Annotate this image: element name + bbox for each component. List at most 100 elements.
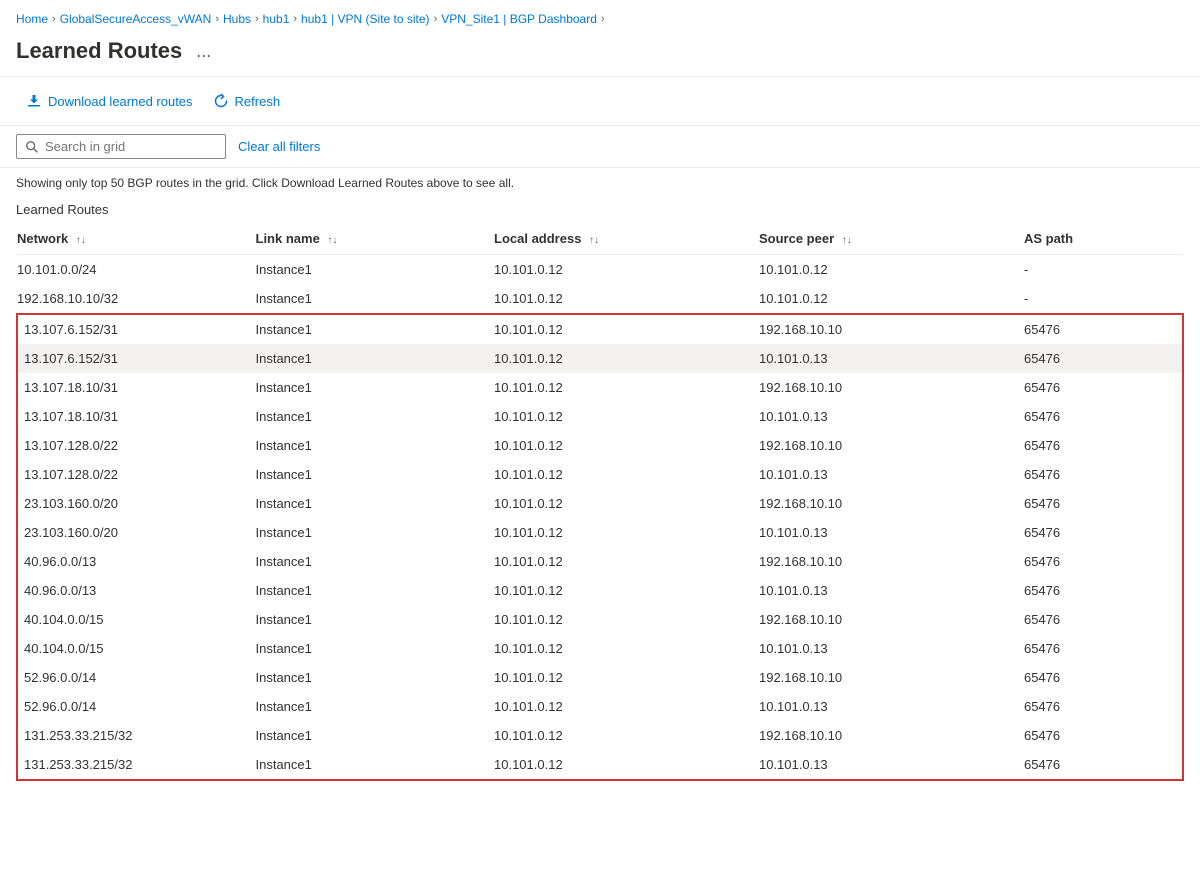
cell-as-path: 65476 xyxy=(1024,750,1183,780)
breadcrumb-home[interactable]: Home xyxy=(16,12,48,26)
clear-filters-button[interactable]: Clear all filters xyxy=(238,135,320,158)
filter-bar: Clear all filters xyxy=(0,126,1200,168)
cell-link-name: Instance1 xyxy=(256,402,495,431)
cell-as-path: 65476 xyxy=(1024,605,1183,634)
table-body: 10.101.0.0/24Instance110.101.0.1210.101.… xyxy=(17,255,1183,781)
breadcrumb-bgp[interactable]: VPN_Site1 | BGP Dashboard xyxy=(441,12,597,26)
page-header: Learned Routes ... xyxy=(0,34,1200,77)
breadcrumb-vwan[interactable]: GlobalSecureAccess_vWAN xyxy=(60,12,212,26)
table-row: 40.104.0.0/15Instance110.101.0.1210.101.… xyxy=(17,634,1183,663)
table-row: 13.107.6.152/31Instance110.101.0.1210.10… xyxy=(17,344,1183,373)
download-icon xyxy=(26,93,42,109)
table-row: 13.107.6.152/31Instance110.101.0.12192.1… xyxy=(17,314,1183,344)
cell-local-address: 10.101.0.12 xyxy=(494,431,759,460)
cell-network: 40.96.0.0/13 xyxy=(17,576,256,605)
cell-source-peer: 10.101.0.12 xyxy=(759,255,1024,285)
cell-link-name: Instance1 xyxy=(256,547,495,576)
cell-link-name: Instance1 xyxy=(256,431,495,460)
table-row: 13.107.128.0/22Instance110.101.0.12192.1… xyxy=(17,431,1183,460)
cell-source-peer: 10.101.0.13 xyxy=(759,750,1024,780)
cell-source-peer: 10.101.0.13 xyxy=(759,634,1024,663)
download-label: Download learned routes xyxy=(48,94,193,109)
cell-as-path: 65476 xyxy=(1024,402,1183,431)
cell-link-name: Instance1 xyxy=(256,489,495,518)
cell-local-address: 10.101.0.12 xyxy=(494,750,759,780)
cell-source-peer: 192.168.10.10 xyxy=(759,663,1024,692)
cell-as-path: 65476 xyxy=(1024,547,1183,576)
cell-network: 13.107.6.152/31 xyxy=(17,314,256,344)
cell-as-path: 65476 xyxy=(1024,634,1183,663)
breadcrumb-hub1[interactable]: hub1 xyxy=(263,12,290,26)
cell-as-path: - xyxy=(1024,255,1183,285)
col-header-link[interactable]: Link name ↑↓ xyxy=(256,223,495,255)
cell-link-name: Instance1 xyxy=(256,344,495,373)
cell-as-path: 65476 xyxy=(1024,431,1183,460)
cell-network: 23.103.160.0/20 xyxy=(17,518,256,547)
cell-source-peer: 192.168.10.10 xyxy=(759,489,1024,518)
refresh-icon xyxy=(213,93,229,109)
cell-local-address: 10.101.0.12 xyxy=(494,605,759,634)
cell-local-address: 10.101.0.12 xyxy=(494,547,759,576)
cell-network: 10.101.0.0/24 xyxy=(17,255,256,285)
col-header-local[interactable]: Local address ↑↓ xyxy=(494,223,759,255)
sort-icon-link: ↑↓ xyxy=(327,235,337,246)
table-row: 10.101.0.0/24Instance110.101.0.1210.101.… xyxy=(17,255,1183,285)
col-header-as[interactable]: AS path xyxy=(1024,223,1183,255)
cell-source-peer: 192.168.10.10 xyxy=(759,314,1024,344)
breadcrumb: Home › GlobalSecureAccess_vWAN › Hubs › … xyxy=(0,0,1200,34)
table-row: 13.107.18.10/31Instance110.101.0.1210.10… xyxy=(17,402,1183,431)
cell-as-path: 65476 xyxy=(1024,314,1183,344)
cell-source-peer: 10.101.0.13 xyxy=(759,692,1024,721)
cell-source-peer: 192.168.10.10 xyxy=(759,605,1024,634)
refresh-button[interactable]: Refresh xyxy=(203,87,291,115)
search-box[interactable] xyxy=(16,134,226,159)
table-row: 52.96.0.0/14Instance110.101.0.12192.168.… xyxy=(17,663,1183,692)
cell-as-path: 65476 xyxy=(1024,663,1183,692)
cell-local-address: 10.101.0.12 xyxy=(494,255,759,285)
breadcrumb-sep-4: › xyxy=(293,13,297,25)
cell-link-name: Instance1 xyxy=(256,314,495,344)
cell-as-path: - xyxy=(1024,284,1183,314)
breadcrumb-sep-1: › xyxy=(52,13,56,25)
cell-link-name: Instance1 xyxy=(256,518,495,547)
cell-local-address: 10.101.0.12 xyxy=(494,314,759,344)
breadcrumb-hubs[interactable]: Hubs xyxy=(223,12,251,26)
refresh-label: Refresh xyxy=(235,94,281,109)
cell-source-peer: 10.101.0.13 xyxy=(759,460,1024,489)
cell-link-name: Instance1 xyxy=(256,634,495,663)
download-button[interactable]: Download learned routes xyxy=(16,87,203,115)
cell-local-address: 10.101.0.12 xyxy=(494,373,759,402)
table-row: 13.107.18.10/31Instance110.101.0.12192.1… xyxy=(17,373,1183,402)
cell-link-name: Instance1 xyxy=(256,255,495,285)
cell-as-path: 65476 xyxy=(1024,692,1183,721)
cell-network: 13.107.128.0/22 xyxy=(17,431,256,460)
breadcrumb-sep-6: › xyxy=(601,13,605,25)
cell-network: 40.96.0.0/13 xyxy=(17,547,256,576)
more-options-button[interactable]: ... xyxy=(190,39,217,64)
cell-as-path: 65476 xyxy=(1024,489,1183,518)
cell-network: 13.107.18.10/31 xyxy=(17,373,256,402)
search-input[interactable] xyxy=(45,139,217,154)
cell-link-name: Instance1 xyxy=(256,373,495,402)
table-row: 13.107.128.0/22Instance110.101.0.1210.10… xyxy=(17,460,1183,489)
search-icon xyxy=(25,140,39,154)
cell-network: 13.107.18.10/31 xyxy=(17,402,256,431)
cell-local-address: 10.101.0.12 xyxy=(494,284,759,314)
cell-network: 23.103.160.0/20 xyxy=(17,489,256,518)
sort-icon-network: ↑↓ xyxy=(76,235,86,246)
breadcrumb-vpn[interactable]: hub1 | VPN (Site to site) xyxy=(301,12,430,26)
routes-table: Network ↑↓ Link name ↑↓ Local address ↑↓… xyxy=(16,223,1184,781)
table-row: 40.96.0.0/13Instance110.101.0.12192.168.… xyxy=(17,547,1183,576)
table-row: 40.96.0.0/13Instance110.101.0.1210.101.0… xyxy=(17,576,1183,605)
cell-local-address: 10.101.0.12 xyxy=(494,721,759,750)
breadcrumb-sep-3: › xyxy=(255,13,259,25)
cell-network: 40.104.0.0/15 xyxy=(17,605,256,634)
table-row: 52.96.0.0/14Instance110.101.0.1210.101.0… xyxy=(17,692,1183,721)
col-header-network[interactable]: Network ↑↓ xyxy=(17,223,256,255)
cell-source-peer: 10.101.0.13 xyxy=(759,402,1024,431)
col-header-peer[interactable]: Source peer ↑↓ xyxy=(759,223,1024,255)
cell-network: 13.107.128.0/22 xyxy=(17,460,256,489)
cell-link-name: Instance1 xyxy=(256,460,495,489)
table-row: 23.103.160.0/20Instance110.101.0.1210.10… xyxy=(17,518,1183,547)
page-title: Learned Routes xyxy=(16,38,182,64)
